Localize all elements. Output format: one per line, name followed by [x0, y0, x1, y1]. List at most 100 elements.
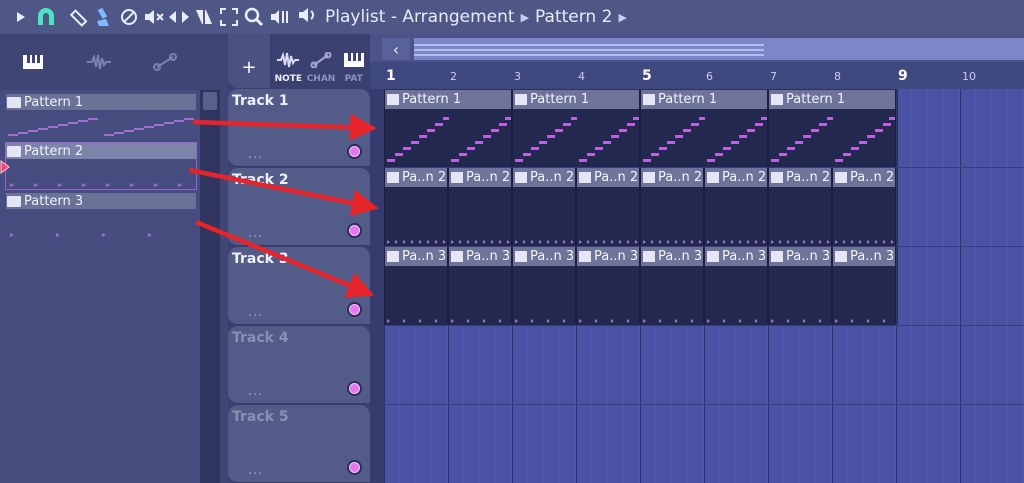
clip-pattern-2[interactable]: Pa..n 2	[832, 168, 896, 246]
playlist-grid[interactable]: Pattern 1 Pattern 1 Pattern 1 Pattern 1 …	[384, 89, 1024, 483]
clip-pattern-3[interactable]: Pa..n 3	[640, 247, 704, 325]
scrollbar-handle[interactable]	[203, 92, 217, 110]
piano-keys-icon[interactable]	[0, 54, 66, 70]
clip-label: Pattern 1	[530, 92, 590, 107]
playback-icon[interactable]	[266, 4, 291, 30]
clip-label: Pa..n 2	[402, 170, 447, 185]
delete-mute-icon[interactable]	[116, 4, 141, 30]
pattern-icon	[515, 251, 527, 262]
note-label: NOTE	[274, 74, 303, 84]
track-mute-led[interactable]	[347, 144, 362, 159]
breadcrumb: Playlist - Arrangement ▶ Pattern 2 ▶	[297, 6, 633, 29]
clip-pattern-1[interactable]: Pattern 1	[640, 90, 768, 167]
clip-pattern-3[interactable]: Pa..n 3	[768, 247, 832, 325]
pattern-icon	[643, 172, 655, 183]
pattern-icon	[579, 172, 591, 183]
bar-number: 4	[578, 70, 585, 83]
track-menu-dots[interactable]: ...	[248, 226, 263, 241]
pattern-icon	[515, 172, 527, 183]
pattern-icon	[451, 251, 463, 262]
add-track-button[interactable]: +	[228, 34, 270, 88]
scroll-left-button[interactable]: ‹	[382, 38, 410, 60]
clip-pattern-2[interactable]: Pa..n 2	[768, 168, 832, 246]
chan-tool[interactable]: CHAN	[305, 34, 338, 88]
pat-tool[interactable]: PAT	[337, 34, 370, 88]
pattern-item[interactable]: Pattern 3	[6, 193, 196, 239]
magnet-icon[interactable]	[33, 4, 58, 30]
slice-icon[interactable]	[191, 4, 216, 30]
track-menu-dots[interactable]: ...	[248, 463, 263, 478]
track-header-5[interactable]: Track 5...	[228, 405, 370, 483]
clip-pattern-3[interactable]: Pa..n 3	[384, 247, 448, 325]
paint-brush-icon[interactable]	[91, 4, 116, 30]
track-header-4[interactable]: Track 4...	[228, 326, 370, 404]
overview-scrollbar[interactable]	[414, 38, 1024, 60]
track-mute-led[interactable]	[347, 460, 362, 475]
track-name: Track 2	[232, 172, 289, 188]
track-menu-dots[interactable]: ...	[248, 305, 263, 320]
clip-pattern-1[interactable]: Pattern 1	[512, 90, 640, 167]
clip-label: Pa..n 3	[594, 249, 639, 264]
clip-pattern-2[interactable]: Pa..n 2	[576, 168, 640, 246]
chevron-right-icon[interactable]: ▶	[618, 11, 626, 24]
pattern-icon	[579, 251, 591, 262]
pattern-thumbnail	[6, 159, 196, 189]
clip-pattern-2[interactable]: Pa..n 2	[704, 168, 768, 246]
track-name: Track 3	[232, 251, 289, 267]
selected-pattern-marker-icon	[0, 159, 10, 178]
track-mute-led[interactable]	[347, 381, 362, 396]
clip-pattern-2[interactable]: Pa..n 2	[640, 168, 704, 246]
clip-label: Pattern 1	[658, 92, 718, 107]
track-header-3[interactable]: Track 3...	[228, 247, 370, 325]
pattern-icon	[835, 251, 847, 262]
track-header-2[interactable]: Track 2...	[228, 168, 370, 246]
picker-scrollbar[interactable]	[200, 90, 220, 483]
clip-pattern-2[interactable]: Pa..n 2	[448, 168, 512, 246]
clip-label: Pa..n 3	[722, 249, 767, 264]
clip-label: Pa..n 3	[402, 249, 447, 264]
pattern-icon	[835, 172, 847, 183]
clip-pattern-3[interactable]: Pa..n 3	[512, 247, 576, 325]
clip-pattern-1[interactable]: Pattern 1	[768, 90, 896, 167]
select-icon[interactable]	[216, 4, 241, 30]
play-arrow-icon[interactable]	[8, 4, 33, 30]
audio-wave-icon[interactable]	[66, 53, 132, 71]
clip-pattern-1[interactable]: Pattern 1	[384, 90, 512, 167]
track-header-1[interactable]: Track 1...	[228, 89, 370, 167]
track-name: Track 4	[232, 330, 289, 346]
clip-pattern-2[interactable]: Pa..n 2	[512, 168, 576, 246]
track-menu-dots[interactable]: ...	[248, 384, 263, 399]
track-mute-led[interactable]	[347, 223, 362, 238]
pattern-icon	[515, 94, 527, 105]
bar-number: 9	[898, 68, 908, 84]
clip-pattern-3[interactable]: Pa..n 3	[576, 247, 640, 325]
chevron-right-icon: ▶	[520, 10, 530, 24]
breadcrumb-view[interactable]: Playlist - Arrangement	[325, 7, 515, 27]
draw-pencil-icon[interactable]	[66, 4, 91, 30]
flip-arrows-icon[interactable]	[166, 4, 191, 30]
note-tool[interactable]: NOTE	[272, 34, 305, 88]
pattern-icon	[643, 94, 655, 105]
clip-label: Pa..n 2	[786, 170, 831, 185]
pattern-icon	[707, 172, 719, 183]
automation-curve-icon[interactable]	[132, 53, 198, 71]
clip-pattern-2[interactable]: Pa..n 2	[384, 168, 448, 246]
breadcrumb-pattern[interactable]: Pattern 2	[535, 7, 612, 27]
slip-speaker-icon[interactable]	[141, 4, 166, 30]
clip-pattern-3[interactable]: Pa..n 3	[448, 247, 512, 325]
track-mute-led[interactable]	[347, 302, 362, 317]
clip-label: Pa..n 3	[530, 249, 575, 264]
clip-pattern-3[interactable]: Pa..n 3	[832, 247, 896, 325]
pattern-item[interactable]: Pattern 1	[6, 94, 196, 140]
speaker-icon[interactable]	[297, 6, 317, 29]
zoom-icon[interactable]	[241, 4, 266, 30]
pat-label: PAT	[344, 74, 363, 84]
track-menu-dots[interactable]: ...	[248, 147, 263, 162]
clip-pattern-3[interactable]: Pa..n 3	[704, 247, 768, 325]
pattern-item-selected[interactable]: Pattern 2	[5, 142, 197, 190]
picker-tabs	[0, 34, 200, 90]
timeline-ruler[interactable]: 1 2 3 4 5 6 7 8 9 10	[370, 62, 1024, 89]
pattern-icon	[7, 195, 21, 207]
clip-label: Pa..n 2	[850, 170, 895, 185]
pattern-icon	[7, 96, 21, 108]
